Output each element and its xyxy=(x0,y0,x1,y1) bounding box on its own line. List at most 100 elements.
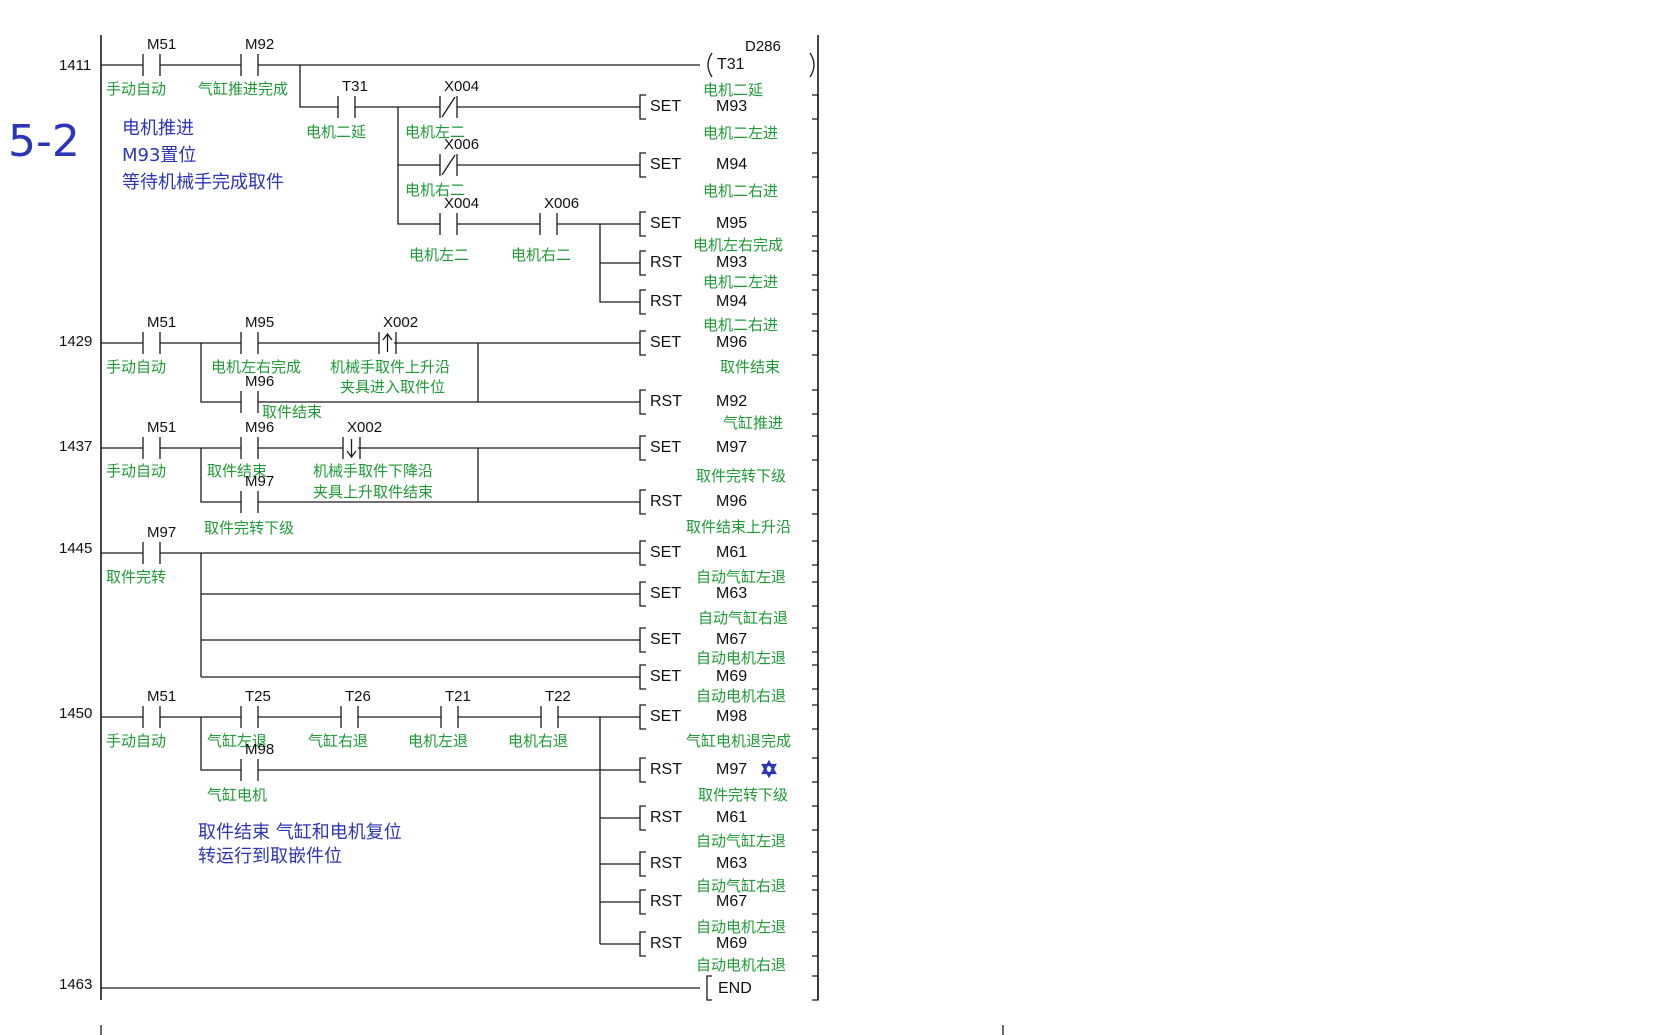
coil-comment: 自动气缸左退 xyxy=(696,568,786,586)
contact-no: T21 电机左退 xyxy=(408,688,471,750)
coil-operand: M69 xyxy=(716,668,747,685)
coil-comment: 自动气缸右退 xyxy=(698,609,788,627)
note-transfer: 转运行到取嵌件位 xyxy=(198,846,342,867)
step-number: 1437 xyxy=(59,438,92,455)
coil-instruction: SET xyxy=(650,708,681,725)
contact-device-label: X004 xyxy=(444,195,479,212)
coil-comment: 电机二延 xyxy=(703,81,763,99)
contact-comment: 电机二延 xyxy=(306,123,366,141)
step-number: 1445 xyxy=(59,540,92,557)
coil-set: SET M98 气缸电机退完成 xyxy=(639,704,819,750)
coil-comment: 自动电机左退 xyxy=(696,649,786,667)
contact-no: T22 电机右退 xyxy=(508,688,571,750)
contact-comment: 气缸电机 xyxy=(207,786,267,804)
coil-comment: 自动电机左退 xyxy=(696,918,786,936)
contact-device-label: M96 xyxy=(245,419,274,436)
contact-device-label: X006 xyxy=(544,195,579,212)
coil-t31: T31D286 电机二延 xyxy=(703,38,815,99)
coil-rst: RST M67 自动电机左退 xyxy=(639,889,819,936)
coil-instruction: SET xyxy=(650,668,681,685)
contact-device-label: M95 xyxy=(245,314,274,331)
coil-instruction: RST xyxy=(650,761,682,778)
note-wait-robot: 等待机械手完成取件 xyxy=(122,172,284,193)
coil-operand: M96 xyxy=(716,493,747,510)
coil-comment: 电机二左进 xyxy=(703,273,778,291)
contact-comment: 取件完转 xyxy=(106,568,166,586)
contact-device-label: T22 xyxy=(545,688,571,705)
coil-set: SET M95 电机左右完成 xyxy=(639,211,819,254)
contact-device-label: T26 xyxy=(345,688,371,705)
contact-fall: X002 机械手取件下降沿 xyxy=(313,419,433,480)
contact-no: T31 电机二延 xyxy=(306,78,368,141)
coil-set: SET M67自动电机左退 xyxy=(639,627,819,667)
contact-no: M97 取件完转下级 xyxy=(204,473,294,537)
coil-comment: 气缸推进 xyxy=(723,414,783,432)
coil-operand: M92 xyxy=(716,393,747,410)
coil-comment: 取件完转下级 xyxy=(696,467,786,485)
coil-operand: M98 xyxy=(716,708,747,725)
coil-set: SET M69 自动电机右退 xyxy=(639,664,819,705)
coil-end: END xyxy=(706,975,819,1001)
coil-instruction: RST xyxy=(650,855,682,872)
contact-comment: 取件完转下级 xyxy=(204,519,294,537)
coil-rst: RST M61 自动气缸左退 xyxy=(639,805,819,850)
coil-set: SET M93 电机二左进 xyxy=(639,94,819,142)
coil-operand: M63 xyxy=(716,855,747,872)
coil-set: SET M63 自动气缸右退 xyxy=(639,581,819,627)
contact-nc: X006电机右二 xyxy=(405,136,479,199)
contact-comment: 电机右退 xyxy=(508,732,568,750)
contact-no: M98 气缸电机 xyxy=(207,741,274,804)
coil-comment: 电机二右进 xyxy=(703,182,778,200)
coil-instruction: RST xyxy=(650,493,682,510)
note-motor-advance: 电机推进 xyxy=(122,118,194,139)
contact-no: M95电机左右完成 xyxy=(211,314,301,376)
coil-comment: 取件结束上升沿 xyxy=(686,518,791,536)
coil-operand: M94 xyxy=(716,156,747,173)
contact-device-label: M96 xyxy=(245,373,274,390)
note-reset: 取件结束 气缸和电机复位 xyxy=(198,821,402,843)
contact-comment: 手动自动 xyxy=(106,358,166,376)
contact-comment: 手动自动 xyxy=(106,732,166,750)
contact-comment: 手动自动 xyxy=(106,80,166,98)
contact-comment: 手动自动 xyxy=(106,462,166,480)
coil-rst: RST M94 电机二右进 xyxy=(639,289,819,334)
contact-device-label: X004 xyxy=(444,78,479,95)
contact-device-label: M98 xyxy=(245,741,274,758)
ladder-diagram: 5-2 电机推进 M93置位 等待机械手完成取件 取件结束 气缸和电机复位 转运… xyxy=(8,35,1004,1035)
coil-comment: 电机二左进 xyxy=(703,124,778,142)
contact-no: T26 气缸右退 xyxy=(308,688,371,750)
coil-operand: M97 xyxy=(716,761,747,778)
contact-comment: 气缸推进完成 xyxy=(198,80,288,98)
contact-comment: 机械手取件上升沿 xyxy=(330,358,450,376)
coil-rst: RST M92 气缸推进 xyxy=(639,389,819,432)
coil-comment: 电机左右完成 xyxy=(693,236,783,254)
wiring xyxy=(101,64,700,989)
coil-instruction: SET xyxy=(650,98,681,115)
contact-no: M51 手动自动 xyxy=(106,688,176,750)
coil-set: SET M96 取件结束 xyxy=(639,330,819,376)
step-number: 1429 xyxy=(59,333,92,350)
contact-comment: 电机左退 xyxy=(408,732,468,750)
contact-device-label: T21 xyxy=(445,688,471,705)
coil-rst: RST M69 自动电机右退 xyxy=(639,931,819,974)
coil-instruction: RST xyxy=(650,393,682,410)
contact-no: X006 电机右二 xyxy=(511,195,579,264)
coil-operand: M61 xyxy=(716,544,747,561)
coil-operand: M96 xyxy=(716,334,747,351)
step-number: 1450 xyxy=(59,705,92,722)
coil-instruction: T31 xyxy=(717,56,745,73)
page-tag: 5-2 xyxy=(8,116,80,167)
coil-operand: M67 xyxy=(716,631,747,648)
coil-instruction: SET xyxy=(650,585,681,602)
coil-comment: 取件结束 xyxy=(720,358,780,376)
step-number: 1463 xyxy=(59,976,92,993)
contact-device-label: T31 xyxy=(342,78,368,95)
note-m93-set: M93置位 xyxy=(122,145,196,166)
coil-operand: M94 xyxy=(716,293,747,310)
contact-comment-extra: 夹具进入取件位 xyxy=(340,378,445,396)
coils-layer: T31D286 电机二延 SET M93 电机二左进 SET M94 电机二右进 SET M95 电… xyxy=(639,38,819,1001)
coil-instruction: RST xyxy=(650,809,682,826)
contact-no: M51 手动自动 xyxy=(106,36,176,98)
contact-device-label: M97 xyxy=(245,473,274,490)
coil-instruction: RST xyxy=(650,254,682,271)
